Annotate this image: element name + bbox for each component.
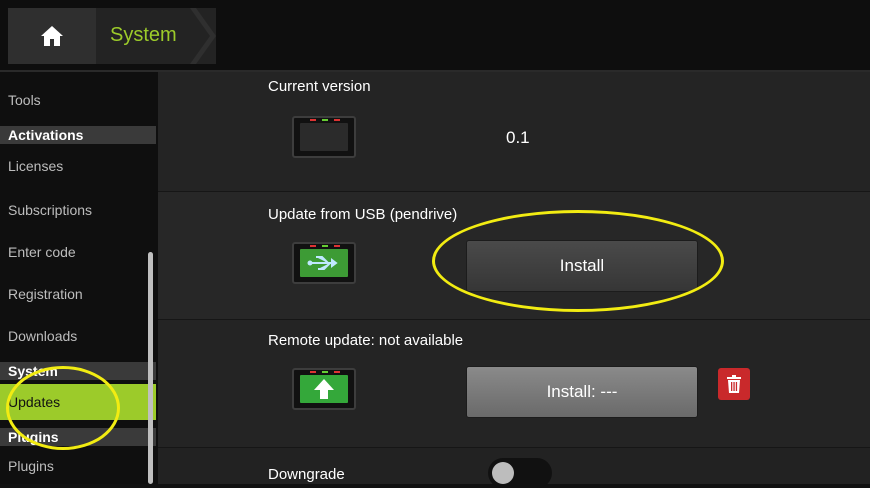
breadcrumb-chevron-icon [190, 8, 216, 64]
usb-install-button[interactable]: Install [466, 240, 698, 292]
sidebar-item-licenses[interactable]: Licenses [0, 148, 156, 184]
current-version-section: Current version 0.1 [158, 72, 870, 192]
delete-button[interactable] [718, 368, 750, 400]
sidebar-item-enter-code[interactable]: Enter code [0, 234, 156, 270]
sidebar-item-subscriptions[interactable]: Subscriptions [0, 192, 156, 228]
sidebar-item-plugins[interactable]: Plugins [0, 448, 156, 484]
sidebar-item-downloads[interactable]: Downloads [0, 318, 156, 354]
sidebar-item-tools[interactable]: Tools [0, 82, 156, 118]
usb-update-label: Update from USB (pendrive) [268, 206, 458, 223]
upload-arrow-icon [314, 379, 334, 399]
toggle-knob [492, 462, 514, 484]
sidebar-item-updates[interactable]: Updates [0, 384, 156, 420]
usb-icon [307, 256, 338, 270]
remote-install-button[interactable]: Install: --- [466, 366, 698, 418]
device-icon [292, 116, 356, 158]
sidebar-header-activations: Activations [0, 126, 156, 144]
current-version-label: Current version [268, 78, 371, 95]
downgrade-label: Downgrade [268, 466, 345, 483]
sidebar-scrollbar[interactable] [148, 252, 153, 484]
usb-device-icon [292, 242, 356, 284]
sidebar: Tools Activations Licenses Subscriptions… [0, 72, 158, 484]
remote-update-label: Remote update: not available [268, 332, 464, 349]
sidebar-header-system: System [0, 362, 156, 380]
sidebar-header-plugins: Plugins [0, 428, 156, 446]
usb-update-section: Update from USB (pendrive) Install [158, 192, 870, 320]
top-bar: System [0, 0, 870, 72]
sidebar-item-registration[interactable]: Registration [0, 276, 156, 312]
current-version-value: 0.1 [506, 128, 530, 147]
upload-device-icon [292, 368, 356, 410]
trash-icon [727, 375, 741, 393]
remote-update-section: Remote update: not available Install: --… [158, 320, 870, 448]
main-panel: Current version 0.1 Update from USB (pen… [158, 72, 870, 488]
